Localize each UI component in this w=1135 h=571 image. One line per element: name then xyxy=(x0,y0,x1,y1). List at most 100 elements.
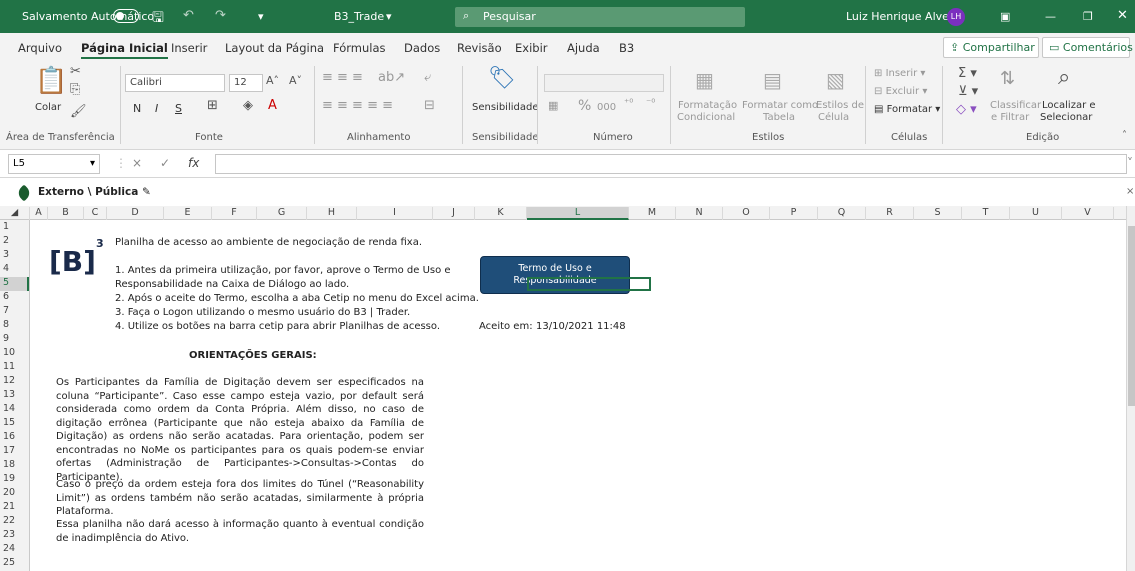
insert-cells-button[interactable]: ⊞ Inserir ▾ xyxy=(874,68,925,79)
increase-decimal-icon[interactable]: ⁺⁰ xyxy=(624,98,633,109)
tab-b3[interactable]: B3 xyxy=(619,41,634,55)
restore-icon[interactable]: ❐ xyxy=(1083,10,1093,23)
orientation-icon[interactable]: ab↗ xyxy=(378,70,405,85)
avatar[interactable]: LH xyxy=(947,8,965,26)
vertical-scrollbar[interactable] xyxy=(1126,206,1135,571)
collapse-ribbon-icon[interactable]: ˄ xyxy=(1122,130,1127,141)
row-header[interactable]: 4 xyxy=(0,263,29,277)
row-header[interactable]: 17 xyxy=(0,445,29,459)
font-size-select[interactable]: 12 xyxy=(229,74,263,92)
italic-button[interactable]: I xyxy=(155,102,158,115)
sensitivity-icon[interactable]: 🏷 xyxy=(488,66,516,91)
row-header[interactable]: 10 xyxy=(0,347,29,361)
column-header[interactable]: I xyxy=(357,207,433,220)
shrink-font-icon[interactable]: A˅ xyxy=(289,74,302,87)
percent-button[interactable]: % xyxy=(578,98,591,114)
conditional-formatting-icon[interactable]: ▦ xyxy=(695,68,714,92)
close-sensitivity-icon[interactable]: × xyxy=(1126,186,1134,197)
fill-icon[interactable]: ⊻ ▾ xyxy=(958,84,978,99)
minimize-icon[interactable]: — xyxy=(1045,10,1056,23)
cell-styles-icon[interactable]: ▧ xyxy=(826,68,845,92)
row-header[interactable]: 1 xyxy=(0,221,29,235)
row-header[interactable]: 11 xyxy=(0,361,29,375)
column-header[interactable]: A xyxy=(30,207,48,220)
clear-icon[interactable]: ◇ ▾ xyxy=(956,102,977,117)
column-header[interactable]: N xyxy=(676,207,723,220)
tab-ajuda[interactable]: Ajuda xyxy=(567,41,600,55)
filename[interactable]: B3_Trade xyxy=(334,10,384,23)
cond-format-label2[interactable]: Condicional xyxy=(677,112,735,123)
sensitivity-bar-label[interactable]: Externo \ Pública ✎ xyxy=(38,186,151,198)
undo-icon[interactable]: ↶ xyxy=(183,8,194,23)
column-header-selected[interactable]: L xyxy=(527,207,629,220)
enter-icon[interactable]: ✓ xyxy=(160,156,170,170)
sort-filter-label2[interactable]: e Filtrar xyxy=(991,112,1029,123)
autosave-toggle[interactable] xyxy=(113,9,139,23)
autosum-icon[interactable]: Σ ▾ xyxy=(958,66,977,81)
decrease-decimal-icon[interactable]: ⁻⁰ xyxy=(646,98,655,109)
row-header[interactable]: 23 xyxy=(0,529,29,543)
underline-button[interactable]: S xyxy=(175,102,182,115)
column-header[interactable]: U xyxy=(1010,207,1062,220)
format-cells-button[interactable]: ▤ Formatar ▾ xyxy=(874,104,940,115)
row-header[interactable]: 12 xyxy=(0,375,29,389)
row-header[interactable]: 2 xyxy=(0,235,29,249)
row-header[interactable]: 6 xyxy=(0,291,29,305)
row-header[interactable]: 7 xyxy=(0,305,29,319)
user-name[interactable]: Luiz Henrique Alves xyxy=(846,10,955,23)
sensitivity-label[interactable]: Sensibilidade xyxy=(472,102,538,113)
column-header[interactable]: B xyxy=(48,207,84,220)
format-painter-icon[interactable]: 🖌 xyxy=(70,104,87,119)
filename-dropdown-icon[interactable]: ▾ xyxy=(386,10,392,23)
row-header[interactable]: 22 xyxy=(0,515,29,529)
worksheet[interactable]: [B]3 Planilha de acesso ao ambiente de n… xyxy=(31,220,1126,571)
font-name-select[interactable]: Calibri xyxy=(125,74,225,92)
column-header[interactable]: Q xyxy=(818,207,866,220)
sort-filter-icon[interactable]: ⇅ xyxy=(1000,68,1015,89)
tab-inserir[interactable]: Inserir xyxy=(171,41,207,55)
fill-color-icon[interactable]: ◈ xyxy=(243,98,253,113)
column-header[interactable]: V xyxy=(1062,207,1114,220)
copy-icon[interactable]: ⎘ xyxy=(70,82,80,97)
borders-icon[interactable]: ⊞ xyxy=(207,98,218,113)
tab-pagina-inicial[interactable]: Página Inicial xyxy=(81,41,168,59)
cell-styles-label[interactable]: Estilos de xyxy=(816,100,864,111)
column-header[interactable]: P xyxy=(770,207,818,220)
tab-dados[interactable]: Dados xyxy=(404,41,440,55)
find-icon[interactable]: ⌕ xyxy=(1058,65,1070,90)
tab-revisao[interactable]: Revisão xyxy=(457,41,502,55)
column-header[interactable]: D xyxy=(107,207,164,220)
row-header[interactable]: 19 xyxy=(0,473,29,487)
find-select-label2[interactable]: Selecionar xyxy=(1040,112,1092,123)
cell-styles-label2[interactable]: Célula xyxy=(818,112,849,123)
sort-filter-label[interactable]: Classificar xyxy=(990,100,1041,111)
column-header[interactable]: R xyxy=(866,207,914,220)
row-header[interactable]: 25 xyxy=(0,557,29,571)
column-header[interactable]: O xyxy=(723,207,770,220)
paste-label[interactable]: Colar xyxy=(35,102,61,113)
row-header[interactable]: 21 xyxy=(0,501,29,515)
name-box[interactable]: L5 ▾ xyxy=(8,154,100,174)
row-header[interactable]: 15 xyxy=(0,417,29,431)
chevron-down-icon[interactable]: ▾ xyxy=(90,158,95,169)
row-header[interactable]: 9 xyxy=(0,333,29,347)
ribbon-display-icon[interactable]: ▣ xyxy=(1000,10,1010,23)
column-header[interactable]: C xyxy=(84,207,107,220)
comments-button[interactable]: ▭ Comentários xyxy=(1042,37,1133,58)
column-header[interactable]: K xyxy=(475,207,527,220)
thousands-button[interactable]: 000 xyxy=(597,102,616,113)
row-header[interactable]: 14 xyxy=(0,403,29,417)
expand-formula-icon[interactable]: ˅ xyxy=(1127,156,1133,170)
merge-icon[interactable]: ⊟ xyxy=(424,98,435,113)
column-header[interactable]: S xyxy=(914,207,962,220)
number-format-select[interactable] xyxy=(544,74,664,92)
bold-button[interactable]: N xyxy=(133,102,141,115)
format-as-table-icon[interactable]: ▤ xyxy=(763,68,782,92)
column-header[interactable]: M xyxy=(629,207,676,220)
tab-exibir[interactable]: Exibir xyxy=(515,41,548,55)
scrollbar-thumb[interactable] xyxy=(1128,226,1135,406)
wrap-text-icon[interactable]: ⤶ xyxy=(424,70,431,85)
save-icon[interactable]: 🖫 xyxy=(152,7,164,31)
insert-function-icon[interactable]: fx xyxy=(188,156,199,170)
column-header[interactable]: G xyxy=(257,207,307,220)
